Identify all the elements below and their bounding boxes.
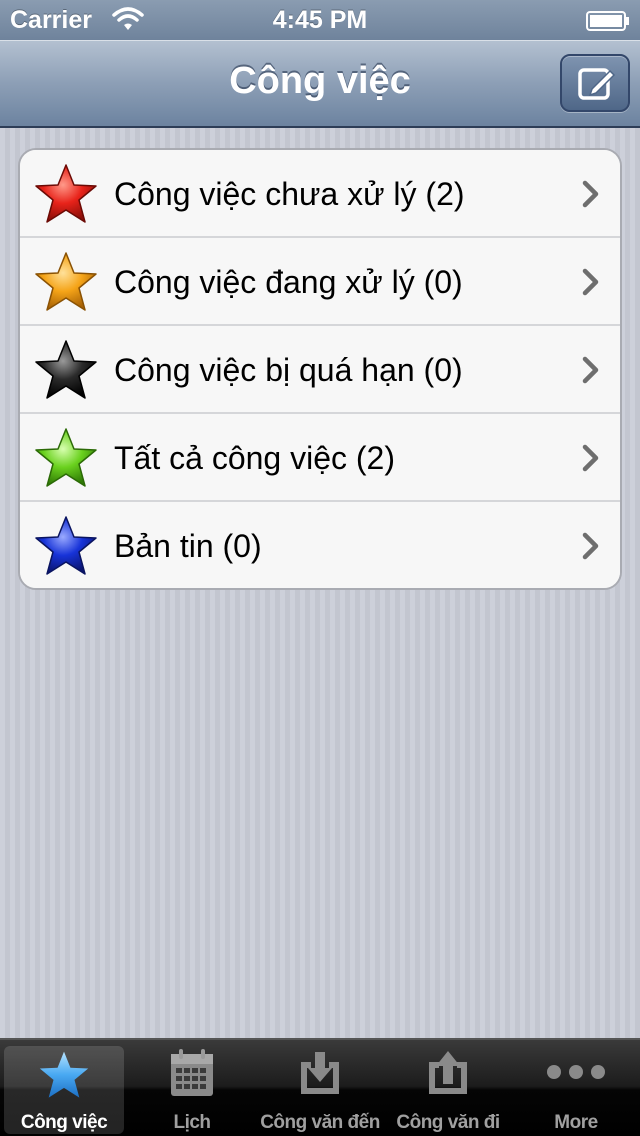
list-item-label: Tất cả công việc (2)	[114, 440, 395, 476]
blue-star-icon	[35, 516, 97, 575]
tab-label: More	[554, 1112, 598, 1133]
list-item[interactable]: Công việc đang xử lý (0)	[20, 238, 620, 326]
status-bar: Carrier 4:45 PM	[0, 0, 640, 40]
inbox-download-icon	[301, 1052, 339, 1094]
chevron-right-icon	[582, 444, 599, 472]
list-item[interactable]: Công việc chưa xử lý (2)	[20, 150, 620, 238]
task-list: Công việc chưa xử lý (2) Công việc đang …	[18, 148, 622, 590]
tab-cong-viec[interactable]: Công việc	[4, 1046, 124, 1134]
chevron-right-icon	[582, 356, 599, 384]
chevron-right-icon	[582, 180, 599, 208]
battery-icon	[586, 9, 630, 31]
more-dots-icon	[547, 1065, 605, 1079]
list-item[interactable]: Tất cả công việc (2)	[20, 414, 620, 502]
green-star-icon	[35, 428, 97, 487]
outbox-upload-icon	[429, 1051, 467, 1094]
calendar-icon	[171, 1049, 213, 1096]
compose-icon	[578, 68, 616, 100]
black-star-icon	[35, 340, 97, 399]
list-item[interactable]: Công việc bị quá hạn (0)	[20, 326, 620, 414]
page-title: Công việc	[229, 60, 411, 102]
tab-cong-van-di[interactable]: Công văn đi	[384, 1040, 512, 1136]
list-item-label: Công việc đang xử lý (0)	[114, 264, 463, 300]
red-star-icon	[35, 164, 97, 223]
compose-button[interactable]	[560, 54, 630, 112]
tab-bar: Công việc Lịch Công văn đến Công văn đi …	[0, 1038, 640, 1136]
list-item-label: Bản tin (0)	[114, 528, 262, 564]
chevron-right-icon	[582, 532, 599, 560]
tab-cong-van-den[interactable]: Công văn đến	[256, 1040, 384, 1136]
tab-label: Lịch	[173, 1112, 211, 1133]
navigation-bar: Công việc	[0, 40, 640, 128]
list-item-label: Công việc chưa xử lý (2)	[114, 176, 465, 212]
tab-lich[interactable]: Lịch	[128, 1040, 256, 1136]
star-icon	[39, 1051, 89, 1098]
orange-star-icon	[35, 252, 97, 311]
chevron-right-icon	[582, 268, 599, 296]
tab-label: Công văn đi	[396, 1112, 500, 1133]
tab-label: Công việc	[20, 1112, 108, 1133]
status-time: 4:45 PM	[272, 6, 368, 34]
list-item[interactable]: Bản tin (0)	[20, 502, 620, 588]
tab-more[interactable]: More	[512, 1040, 640, 1136]
list-item-label: Công việc bị quá hạn (0)	[114, 352, 463, 388]
tab-label: Công văn đến	[260, 1112, 380, 1133]
